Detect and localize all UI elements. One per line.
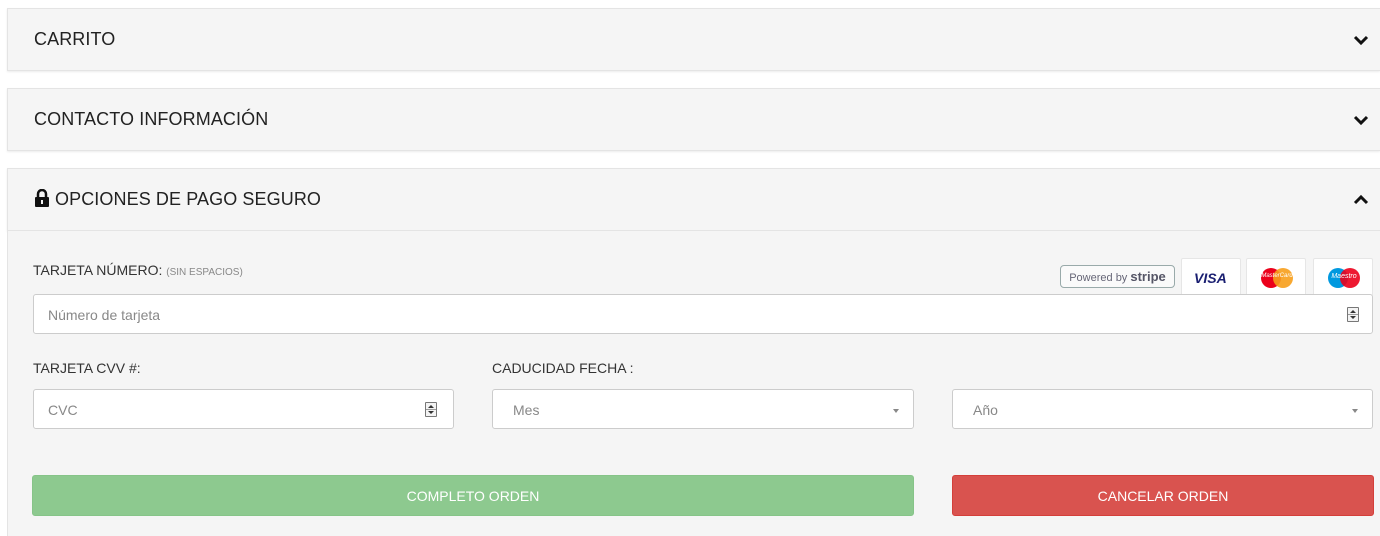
cvv-spinner[interactable]	[425, 402, 437, 417]
payment-panel-header[interactable]: OPCIONES DE PAGO SEGURO	[7, 168, 1380, 231]
payment-panel-title: OPCIONES DE PAGO SEGURO	[55, 189, 322, 209]
card-number-placeholder: Número de tarjeta	[48, 307, 161, 323]
cvv-placeholder: CVC	[48, 402, 78, 418]
card-number-hint: (SIN ESPACIOS)	[166, 267, 243, 278]
payment-panel-title-wrap: OPCIONES DE PAGO SEGURO	[34, 189, 321, 210]
cvv-label: TARJETA CVV #:	[33, 360, 141, 376]
mastercard-logo-text: MasterCard	[1261, 273, 1293, 279]
cvv-input[interactable]: CVC	[33, 389, 454, 429]
cancel-order-button[interactable]: CANCELAR ORDEN	[952, 475, 1374, 516]
visa-logo: VISA	[1181, 258, 1241, 296]
chevron-down-icon[interactable]	[1352, 31, 1370, 49]
cart-panel-title: CARRITO	[34, 29, 116, 49]
maestro-logo-text: Maestro	[1331, 273, 1357, 280]
month-select[interactable]: Mes	[492, 389, 914, 429]
powered-by-stripe-badge: Powered by stripe	[1060, 265, 1175, 288]
caret-down-icon	[1352, 409, 1358, 413]
year-select[interactable]: Año	[952, 389, 1373, 429]
caret-down-icon	[893, 409, 899, 413]
month-placeholder: Mes	[513, 402, 540, 418]
contact-panel-header[interactable]: CONTACTO INFORMACIÓN	[7, 88, 1380, 151]
cart-panel-header[interactable]: CARRITO	[7, 8, 1380, 71]
card-number-label-text: TARJETA NÚMERO:	[33, 262, 163, 278]
complete-order-button[interactable]: COMPLETO ORDEN	[32, 475, 914, 516]
chevron-down-icon[interactable]	[1352, 111, 1370, 129]
lock-icon	[35, 189, 49, 207]
contact-panel-title: CONTACTO INFORMACIÓN	[34, 109, 269, 129]
card-number-input[interactable]: Número de tarjeta	[33, 294, 1373, 334]
visa-logo-text: VISA	[1194, 270, 1227, 286]
maestro-logo: Maestro	[1313, 258, 1373, 296]
chevron-up-icon[interactable]	[1352, 191, 1370, 209]
stripe-text: stripe	[1130, 269, 1166, 284]
mastercard-logo: MasterCard	[1246, 258, 1306, 296]
card-number-spinner[interactable]	[1347, 307, 1359, 322]
year-placeholder: Año	[973, 402, 998, 418]
powered-by-text: Powered by	[1069, 272, 1128, 284]
expiry-label: CADUCIDAD FECHA :	[492, 360, 634, 376]
card-number-label: TARJETA NÚMERO: (SIN ESPACIOS)	[33, 262, 243, 278]
